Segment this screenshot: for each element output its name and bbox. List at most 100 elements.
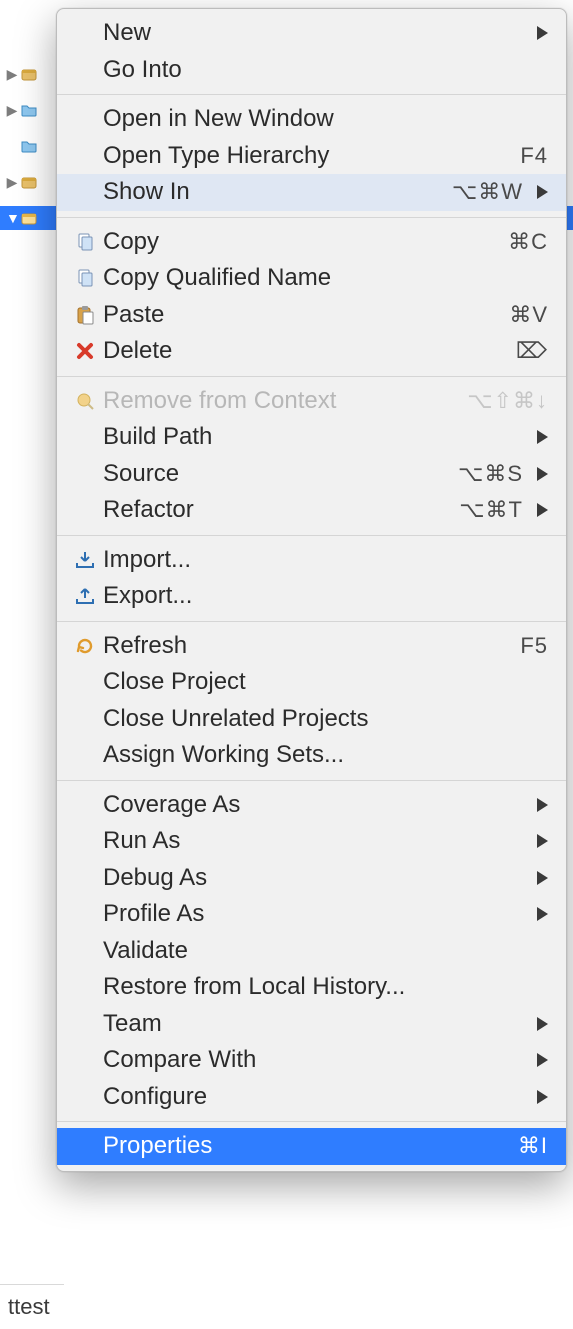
blank-icon xyxy=(71,58,99,82)
folder-icon xyxy=(20,137,38,155)
editor-tab[interactable]: ttest xyxy=(0,1284,64,1329)
menu-item-label: Copy Qualified Name xyxy=(103,266,548,290)
menu-compare-with[interactable]: Compare With xyxy=(57,1042,566,1079)
menu-separator xyxy=(57,94,566,95)
package-icon xyxy=(20,65,38,83)
menu-copy[interactable]: Copy ⌘C xyxy=(57,224,566,261)
menu-refactor[interactable]: Refactor ⌥⌘T xyxy=(57,492,566,529)
menu-source[interactable]: Source ⌥⌘S xyxy=(57,456,566,493)
menu-item-label: Go Into xyxy=(103,58,548,82)
menu-item-label: Open in New Window xyxy=(103,107,548,131)
menu-item-label: Assign Working Sets... xyxy=(103,743,548,767)
shortcut-label: ⌦ xyxy=(516,340,548,362)
menu-item-label: Export... xyxy=(103,584,548,608)
blank-icon xyxy=(71,1085,99,1109)
menu-item-label: Compare With xyxy=(103,1048,523,1072)
menu-item-label: Refresh xyxy=(103,634,512,658)
menu-properties[interactable]: Properties ⌘I xyxy=(57,1128,566,1165)
menu-item-label: Source xyxy=(103,462,450,486)
menu-item-label: Close Project xyxy=(103,670,548,694)
menu-build-path[interactable]: Build Path xyxy=(57,419,566,456)
shortcut-label: F4 xyxy=(520,145,548,167)
menu-open-new-window[interactable]: Open in New Window xyxy=(57,101,566,138)
menu-item-label: Coverage As xyxy=(103,793,523,817)
blank-icon xyxy=(71,425,99,449)
package-icon xyxy=(20,173,38,191)
menu-remove-from-context: Remove from Context ⌥⇧⌘↓ xyxy=(57,383,566,420)
menu-separator xyxy=(57,621,566,622)
menu-item-label: Team xyxy=(103,1012,523,1036)
menu-item-label: Build Path xyxy=(103,425,523,449)
shortcut-label: ⌘V xyxy=(509,304,548,326)
disclosure-triangle-icon[interactable]: ▶ xyxy=(6,66,18,83)
submenu-arrow-icon xyxy=(537,871,548,885)
blank-icon xyxy=(71,498,99,522)
menu-item-label: Open Type Hierarchy xyxy=(103,144,512,168)
shortcut-label: ⌥⌘S xyxy=(458,463,523,485)
menu-go-into[interactable]: Go Into xyxy=(57,52,566,89)
delete-icon xyxy=(71,339,99,363)
menu-separator xyxy=(57,376,566,377)
blank-icon xyxy=(71,866,99,890)
menu-import[interactable]: Import... xyxy=(57,542,566,579)
blank-icon xyxy=(71,107,99,131)
menu-item-label: Properties xyxy=(103,1134,510,1158)
menu-item-label: Paste xyxy=(103,303,501,327)
menu-team[interactable]: Team xyxy=(57,1006,566,1043)
submenu-arrow-icon xyxy=(537,185,548,199)
menu-export[interactable]: Export... xyxy=(57,578,566,615)
menu-show-in[interactable]: Show In ⌥⌘W xyxy=(57,174,566,211)
import-icon xyxy=(71,548,99,572)
export-icon xyxy=(71,584,99,608)
menu-copy-qualified-name[interactable]: Copy Qualified Name xyxy=(57,260,566,297)
project-tree: ▶ ▶ ▶ ▶ ▼ xyxy=(0,0,60,1329)
menu-profile-as[interactable]: Profile As xyxy=(57,896,566,933)
shortcut-label: F5 xyxy=(520,635,548,657)
menu-item-label: Validate xyxy=(103,939,548,963)
menu-configure[interactable]: Configure xyxy=(57,1079,566,1116)
blank-icon xyxy=(71,939,99,963)
refresh-icon xyxy=(71,634,99,658)
shortcut-label: ⌥⌘W xyxy=(452,181,523,203)
menu-close-project[interactable]: Close Project xyxy=(57,664,566,701)
blank-icon xyxy=(71,180,99,204)
menu-item-label: Import... xyxy=(103,548,548,572)
menu-item-label: Remove from Context xyxy=(103,389,459,413)
menu-validate[interactable]: Validate xyxy=(57,933,566,970)
disclosure-triangle-icon[interactable]: ▶ xyxy=(6,102,18,119)
menu-run-as[interactable]: Run As xyxy=(57,823,566,860)
shortcut-label: ⌥⇧⌘↓ xyxy=(467,390,548,412)
submenu-arrow-icon xyxy=(537,834,548,848)
shortcut-label: ⌘I xyxy=(518,1135,548,1157)
disclosure-triangle-icon[interactable]: ▶ xyxy=(6,174,18,191)
menu-item-label: Copy xyxy=(103,230,500,254)
submenu-arrow-icon xyxy=(537,798,548,812)
submenu-arrow-icon xyxy=(537,1090,548,1104)
blank-icon xyxy=(71,902,99,926)
menu-separator xyxy=(57,780,566,781)
menu-item-label: Delete xyxy=(103,339,508,363)
menu-item-label: Configure xyxy=(103,1085,523,1109)
menu-refresh[interactable]: Refresh F5 xyxy=(57,628,566,665)
remove-context-icon xyxy=(71,389,99,413)
blank-icon xyxy=(71,975,99,999)
menu-assign-working-sets[interactable]: Assign Working Sets... xyxy=(57,737,566,774)
menu-item-label: Profile As xyxy=(103,902,523,926)
shortcut-label: ⌥⌘T xyxy=(459,499,523,521)
menu-item-label: Refactor xyxy=(103,498,451,522)
menu-debug-as[interactable]: Debug As xyxy=(57,860,566,897)
paste-icon xyxy=(71,303,99,327)
menu-separator xyxy=(57,535,566,536)
menu-paste[interactable]: Paste ⌘V xyxy=(57,297,566,334)
disclosure-triangle-icon[interactable]: ▼ xyxy=(6,210,18,226)
menu-close-unrelated-projects[interactable]: Close Unrelated Projects xyxy=(57,701,566,738)
menu-new[interactable]: New xyxy=(57,15,566,52)
menu-restore-from-history[interactable]: Restore from Local History... xyxy=(57,969,566,1006)
menu-delete[interactable]: Delete ⌦ xyxy=(57,333,566,370)
context-menu: New Go Into Open in New Window Open Type… xyxy=(56,8,567,1172)
blank-icon xyxy=(71,743,99,767)
package-icon xyxy=(20,209,38,227)
menu-coverage-as[interactable]: Coverage As xyxy=(57,787,566,824)
menu-open-type-hierarchy[interactable]: Open Type Hierarchy F4 xyxy=(57,138,566,175)
submenu-arrow-icon xyxy=(537,26,548,40)
